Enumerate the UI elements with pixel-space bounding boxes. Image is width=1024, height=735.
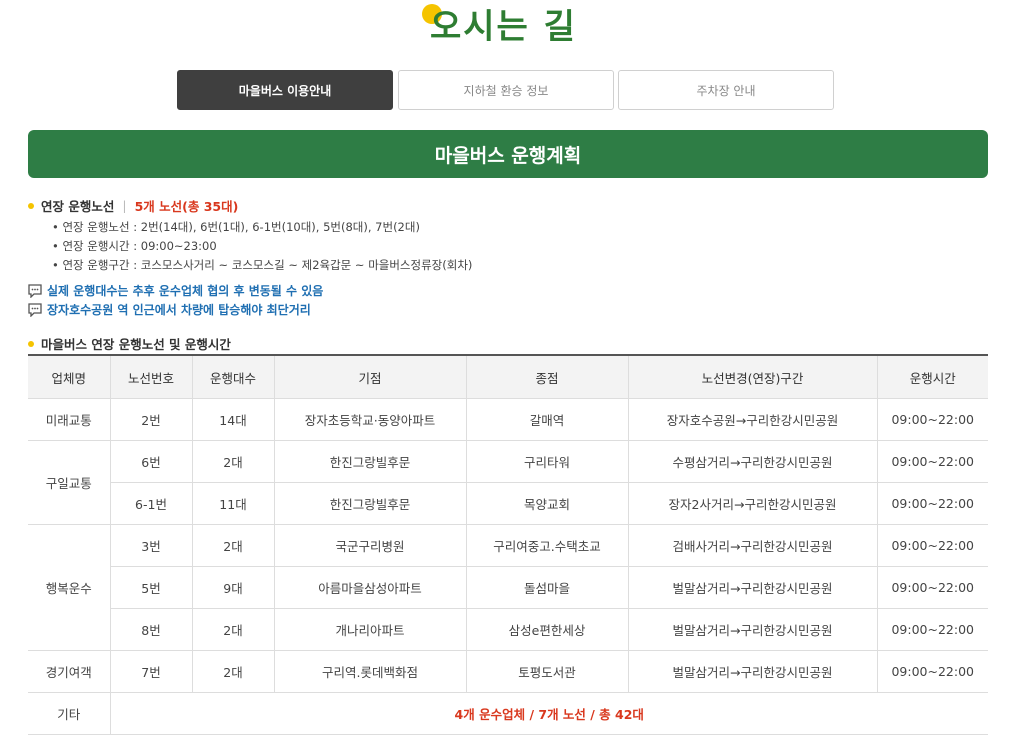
company-cell: 기타 <box>28 692 110 735</box>
vehicles-cell: 14대 <box>191 398 274 441</box>
note-1: 실제 운행대수는 추후 운수업체 협의 후 변동될 수 있음 <box>28 282 323 299</box>
origin-cell: 개나리아파트 <box>273 608 466 651</box>
extension-cell: 검배사거리→구리한강시민공원 <box>627 524 877 567</box>
route-cell: 5번 <box>109 566 192 609</box>
hours-cell: 09:00~22:00 <box>876 650 988 693</box>
origin-cell: 한진그랑빌후문 <box>273 440 466 483</box>
hours-cell: 09:00~22:00 <box>876 566 988 609</box>
tab-subway-transfer[interactable]: 지하철 환승 정보 <box>398 70 614 110</box>
terminus-cell: 구리여중고.수택초교 <box>465 524 628 567</box>
terminus-cell: 토평도서관 <box>465 650 628 693</box>
hours-cell: 09:00~22:00 <box>876 482 988 525</box>
company-cell: 미래교통 <box>28 398 110 441</box>
terminus-cell: 구리타워 <box>465 440 628 483</box>
extension-cell: 장자호수공원→구리한강시민공원 <box>627 398 877 441</box>
route-cell: 7번 <box>109 650 192 693</box>
tab-parking[interactable]: 주차장 안내 <box>618 70 834 110</box>
table-row: 행복운수 3번 2대 국군구리병원 구리여중고.수택초교 검배사거리→구리한강시… <box>28 524 988 651</box>
route-cell: 6번 <box>109 440 192 483</box>
col-header-origin: 기점 <box>273 354 466 399</box>
logo-text: 오시는 길 <box>430 7 577 47</box>
table-row: 경기여객 7번 2대 구리역.롯데백화점 토평도서관 벌말삼거리→구리한강시민공… <box>28 650 988 693</box>
route-cell: 6-1번 <box>109 482 192 525</box>
company-cell: 구일교통 <box>28 440 110 525</box>
extension-cell: 수평삼거리→구리한강시민공원 <box>627 440 877 483</box>
col-header-terminus: 종점 <box>465 354 628 399</box>
col-header-hours: 운행시간 <box>876 354 988 399</box>
extension-section: • 연장 운행구간 : 코스모스사거리 ~ 코스모스길 ~ 제2육갑문 ~ 마을… <box>52 258 473 272</box>
table-row: 5번 9대 아름마을삼성아파트 돌섬마을 벌말삼거리→구리한강시민공원 09:0… <box>28 566 988 609</box>
terminus-cell: 돌섬마을 <box>465 566 628 609</box>
extension-cell: 벌말삼거리→구리한강시민공원 <box>627 608 877 651</box>
col-header-company: 업체명 <box>28 354 110 399</box>
note-2-text: 장자호수공원 역 인근에서 차량에 탑승해야 최단거리 <box>47 303 311 317</box>
yellow-dot-icon <box>28 202 34 209</box>
route-cell: 3번 <box>109 524 192 567</box>
hours-cell: 09:00~22:00 <box>876 440 988 483</box>
bus-schedule-table: 업체명 노선번호 운행대수 기점 종점 노선변경(연장)구간 운행시간 미래교통… <box>28 354 988 735</box>
company-cell: 행복운수 <box>28 524 110 651</box>
table-header-row: 업체명 노선번호 운행대수 기점 종점 노선변경(연장)구간 운행시간 <box>28 354 988 399</box>
origin-cell: 장자초등학교·동양아파트 <box>273 398 466 441</box>
extension-summary: 5개 노선(총 35대) <box>134 199 239 214</box>
speech-bubble-icon <box>28 283 42 298</box>
extension-heading-row: 연장 운행노선 | 5개 노선(총 35대) <box>28 196 238 215</box>
table-total-row: 기타 4개 운수업체 / 7개 노선 / 총 42대 <box>28 692 988 735</box>
table-heading-row: 마을버스 연장 운행노선 및 운행시간 <box>28 334 231 353</box>
table-row: 구일교통 6번 2대 한진그랑빌후문 구리타워 수평삼거리→구리한강시민공원 0… <box>28 440 988 525</box>
table-heading: 마을버스 연장 운행노선 및 운행시간 <box>41 337 231 352</box>
terminus-cell: 갈매역 <box>465 398 628 441</box>
col-header-route: 노선번호 <box>109 354 192 399</box>
extension-hours: • 연장 운행시간 : 09:00~23:00 <box>52 239 217 253</box>
vehicles-cell: 2대 <box>191 650 274 693</box>
table-row: 8번 2대 개나리아파트 삼성e편한세상 벌말삼거리→구리한강시민공원 09:0… <box>28 608 988 651</box>
tab-village-bus[interactable]: 마을버스 이용안내 <box>177 70 393 110</box>
vehicles-cell: 11대 <box>191 482 274 525</box>
route-cell: 8번 <box>109 608 192 651</box>
origin-cell: 아름마을삼성아파트 <box>273 566 466 609</box>
yellow-dot-icon <box>28 340 34 347</box>
note-2: 장자호수공원 역 인근에서 차량에 탑승해야 최단거리 <box>28 301 311 318</box>
col-header-extension: 노선변경(연장)구간 <box>627 354 877 399</box>
hours-cell: 09:00~22:00 <box>876 398 988 441</box>
extension-routes: • 연장 운행노선 : 2번(14대), 6번(1대), 6-1번(10대), … <box>52 220 420 234</box>
route-cell: 2번 <box>109 398 192 441</box>
company-cell: 경기여객 <box>28 650 110 693</box>
origin-cell: 국군구리병원 <box>273 524 466 567</box>
divider: | <box>122 198 127 213</box>
table-row: 미래교통 2번 14대 장자초등학교·동양아파트 갈매역 장자호수공원→구리한강… <box>28 398 988 441</box>
hours-cell: 09:00~22:00 <box>876 524 988 567</box>
speech-bubble-icon <box>28 302 42 317</box>
terminus-cell: 삼성e편한세상 <box>465 608 628 651</box>
total-summary-cell: 4개 운수업체 / 7개 노선 / 총 42대 <box>109 692 988 735</box>
extension-heading: 연장 운행노선 <box>41 199 115 214</box>
section-banner: 마을버스 운행계획 <box>28 130 988 178</box>
terminus-cell: 목양교회 <box>465 482 628 525</box>
page-logo: 오시는 길 <box>420 4 590 48</box>
vehicles-cell: 9대 <box>191 566 274 609</box>
col-header-vehicles: 운행대수 <box>191 354 274 399</box>
note-1-text: 실제 운행대수는 추후 운수업체 협의 후 변동될 수 있음 <box>47 284 324 298</box>
extension-cell: 장자2사거리→구리한강시민공원 <box>627 482 877 525</box>
vehicles-cell: 2대 <box>191 524 274 567</box>
vehicles-cell: 2대 <box>191 440 274 483</box>
extension-cell: 벌말삼거리→구리한강시민공원 <box>627 566 877 609</box>
origin-cell: 한진그랑빌후문 <box>273 482 466 525</box>
extension-cell: 벌말삼거리→구리한강시민공원 <box>627 650 877 693</box>
hours-cell: 09:00~22:00 <box>876 608 988 651</box>
table-row: 6-1번 11대 한진그랑빌후문 목양교회 장자2사거리→구리한강시민공원 09… <box>28 482 988 525</box>
vehicles-cell: 2대 <box>191 608 274 651</box>
origin-cell: 구리역.롯데백화점 <box>273 650 466 693</box>
